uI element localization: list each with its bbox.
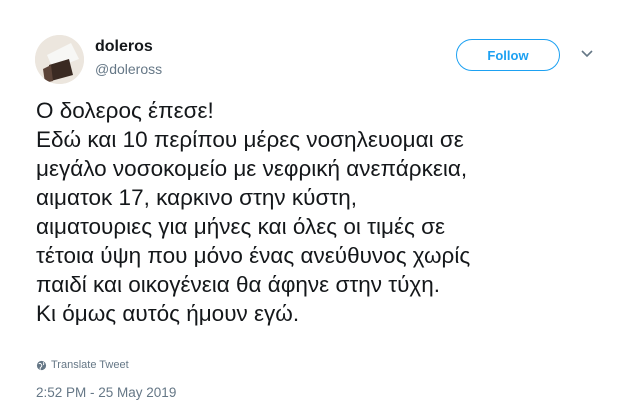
tweet-line: Κι όμως αυτός ήμουν εγώ.: [36, 301, 300, 326]
globe-icon: [36, 360, 47, 370]
avatar[interactable]: [35, 35, 84, 84]
tweet-line: Εδώ και 10 περίπου μέρες νοσηλευομαι σε: [36, 127, 464, 152]
translate-tweet-link[interactable]: Translate Tweet: [36, 359, 129, 371]
display-name[interactable]: doleros: [95, 38, 153, 56]
avatar-image: [35, 35, 84, 84]
tweet-line: μεγάλο νοσοκομείο με νεφρική ανεπάρκεια,: [36, 156, 468, 181]
tweet-line: αιματουριες για μήνες και όλες οι τιμές …: [36, 214, 445, 239]
timestamp[interactable]: 2:52 PM - 25 May 2019: [36, 385, 176, 400]
chevron-down-icon[interactable]: [580, 49, 594, 59]
tweet-line: τέτοια ύψη που μόνο ένας ανεύθυνος χωρίς: [36, 243, 471, 268]
tweet-line: Ο δολερος έπεσε!: [36, 98, 214, 123]
user-handle[interactable]: @doleross: [95, 61, 162, 77]
tweet-card: doleros @doleross Follow Ο δολερος έπεσε…: [0, 0, 633, 412]
tweet-line: αιματοκ 17, καρκινο στην κύστη,: [36, 185, 358, 210]
tweet-text: Ο δολερος έπεσε! Εδώ και 10 περίπου μέρε…: [36, 96, 616, 328]
tweet-line: παιδί και οικογένεια θα άφηνε στην τύχη.: [36, 272, 441, 297]
follow-button[interactable]: Follow: [456, 39, 560, 71]
translate-label: Translate Tweet: [51, 359, 129, 371]
